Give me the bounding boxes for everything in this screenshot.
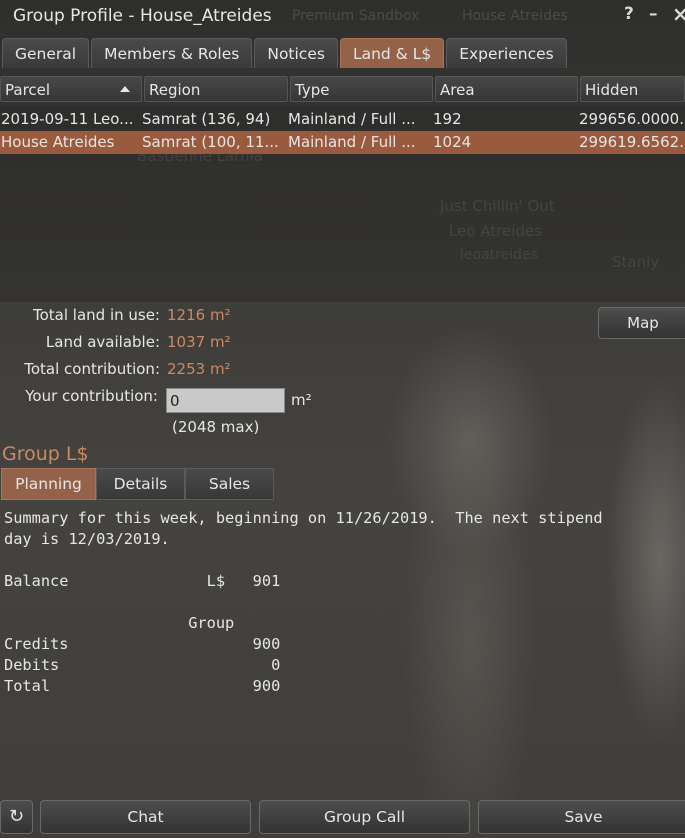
background-window-title: House Atreides xyxy=(462,8,568,24)
group-ls-heading: Group L$ xyxy=(2,443,89,465)
cell-hidden: 299619.6562... xyxy=(579,133,685,151)
land-available-label: Land available: xyxy=(45,333,160,351)
cell-region: Samrat (136, 94) xyxy=(142,110,271,128)
column-header-parcel[interactable]: Parcel xyxy=(0,76,142,102)
your-contribution-label: Your contribution: xyxy=(25,387,158,405)
column-header-type[interactable]: Type xyxy=(290,76,433,102)
refresh-icon: ↻ xyxy=(8,806,25,827)
group-profile-floater: Group Profile - House_Atreides Premium S… xyxy=(0,0,685,838)
table-row[interactable]: 2019-09-11 Leo... Samrat (136, 94) Mainl… xyxy=(0,108,685,131)
planning-report-text: Summary for this week, beginning on 11/2… xyxy=(4,509,603,695)
column-label: Parcel xyxy=(5,81,51,99)
map-button[interactable]: Map xyxy=(598,307,685,339)
window-title: Group Profile - House_Atreides xyxy=(13,6,272,26)
tab-planning[interactable]: Planning xyxy=(1,468,96,500)
cell-area: 192 xyxy=(433,110,462,128)
contribution-max-note: (2048 max) xyxy=(172,418,260,436)
cell-area: 1024 xyxy=(433,133,472,151)
cell-hidden: 299656.0000... xyxy=(579,110,685,128)
tab-details[interactable]: Details xyxy=(96,468,185,500)
column-header-hidden[interactable]: Hidden xyxy=(580,76,685,102)
close-icon[interactable]: × xyxy=(672,2,685,26)
refresh-button[interactable]: ↻ xyxy=(0,800,33,834)
total-contribution-value: 2253 m² xyxy=(167,360,231,378)
column-header-region[interactable]: Region xyxy=(144,76,288,102)
your-contribution-input[interactable] xyxy=(166,388,285,413)
chat-button[interactable]: Chat xyxy=(40,800,251,834)
tab-experiences[interactable]: Experiences xyxy=(446,38,567,68)
profile-tabs: General Members & Roles Notices Land & L… xyxy=(0,38,685,69)
background-window-title: Premium Sandbox xyxy=(292,8,420,24)
group-call-button[interactable]: Group Call xyxy=(259,800,470,834)
column-header-area[interactable]: Area xyxy=(435,76,578,102)
cell-parcel: 2019-09-11 Leo... xyxy=(1,110,134,128)
total-land-value: 1216 m² xyxy=(167,306,231,324)
total-land-label: Total land in use: xyxy=(32,306,160,324)
help-icon[interactable]: ? xyxy=(624,4,634,24)
group-ls-tabs: Planning Details Sales xyxy=(1,468,274,500)
tab-land-ls[interactable]: Land & L$ xyxy=(339,38,445,68)
save-button[interactable]: Save xyxy=(478,800,685,834)
cell-parcel: House Atreides xyxy=(1,133,115,151)
title-bar[interactable]: Group Profile - House_Atreides Premium S… xyxy=(0,0,685,34)
parcel-table-header: Parcel Region Type Area Hidden xyxy=(0,76,685,102)
cell-region: Samrat (100, 11... xyxy=(142,133,279,151)
tab-general[interactable]: General xyxy=(2,38,90,68)
tab-members-roles[interactable]: Members & Roles xyxy=(91,38,253,68)
cell-type: Mainland / Full ... xyxy=(288,110,416,128)
cell-type: Mainland / Full ... xyxy=(288,133,416,151)
table-row-selected[interactable]: House Atreides Samrat (100, 11... Mainla… xyxy=(0,131,685,154)
minimize-icon[interactable]: – xyxy=(649,4,658,24)
contribution-unit: m² xyxy=(291,391,312,409)
total-contribution-label: Total contribution: xyxy=(24,360,160,378)
tab-sales[interactable]: Sales xyxy=(185,468,274,500)
sort-ascending-icon xyxy=(120,86,130,92)
parcel-table: 2019-09-11 Leo... Samrat (136, 94) Mainl… xyxy=(0,106,685,302)
tab-notices[interactable]: Notices xyxy=(254,38,338,68)
land-available-value: 1037 m² xyxy=(167,333,231,351)
